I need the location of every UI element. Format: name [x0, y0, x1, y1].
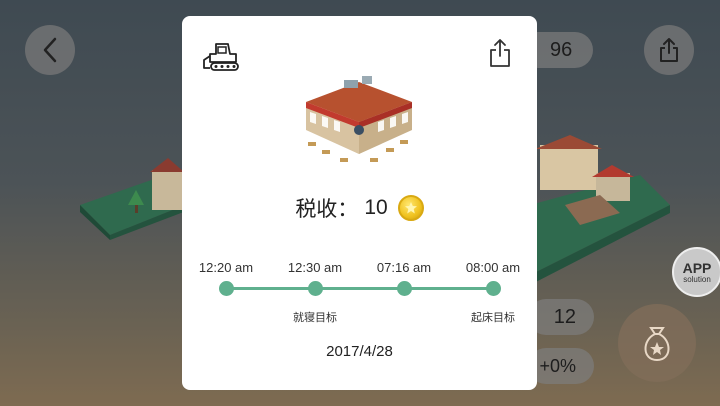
money-bag-button[interactable] [618, 304, 696, 382]
bedtime-goal-label: 就寝目标 [293, 311, 337, 324]
top-share-button[interactable] [644, 25, 694, 75]
gem-count: 96 [550, 38, 573, 61]
share-icon [660, 38, 678, 62]
timeline-dot [486, 281, 501, 296]
bonus-percent: +0% [539, 355, 576, 376]
sleep-timeline: 12:20 am 12:30 am 07:16 am 08:00 am 就寝目标… [182, 256, 537, 336]
timeline-time-4: 08:00 am [465, 260, 521, 275]
tax-value: 10 [364, 196, 388, 219]
restaurant-building-image [306, 76, 412, 162]
record-date: 2017/4/28 [326, 343, 393, 360]
people-counter: 12 [528, 299, 594, 335]
app-badge-title: APP [682, 259, 712, 276]
timeline-dot [219, 281, 234, 296]
bulldozer-icon[interactable] [202, 38, 242, 72]
share-icon[interactable] [488, 38, 512, 68]
wake-goal-label: 起床目标 [471, 311, 515, 324]
back-button[interactable] [25, 25, 75, 75]
app-badge-subtitle: solution [683, 274, 711, 284]
timeline-line [226, 287, 494, 290]
tax-row: 税收： 10 [182, 192, 537, 224]
timeline-dot [397, 281, 412, 296]
chevron-left-icon [43, 37, 57, 63]
timeline-time-2: 12:30 am [287, 260, 343, 275]
timeline-time-1: 12:20 am [198, 260, 254, 275]
timeline-dot [308, 281, 323, 296]
people-count: 12 [553, 305, 576, 328]
bonus-counter: +0% [528, 348, 594, 384]
money-bag-icon [644, 327, 670, 362]
coin-icon [397, 195, 424, 221]
island-right [530, 135, 670, 285]
building-info-card: 税收： 10 12:20 am 12:30 am 07:16 am 08:00 … [182, 16, 537, 390]
tax-label: 税收： [295, 197, 359, 221]
timeline-time-3: 07:16 am [376, 260, 432, 275]
app-solution-badge: APP solution [672, 247, 720, 297]
